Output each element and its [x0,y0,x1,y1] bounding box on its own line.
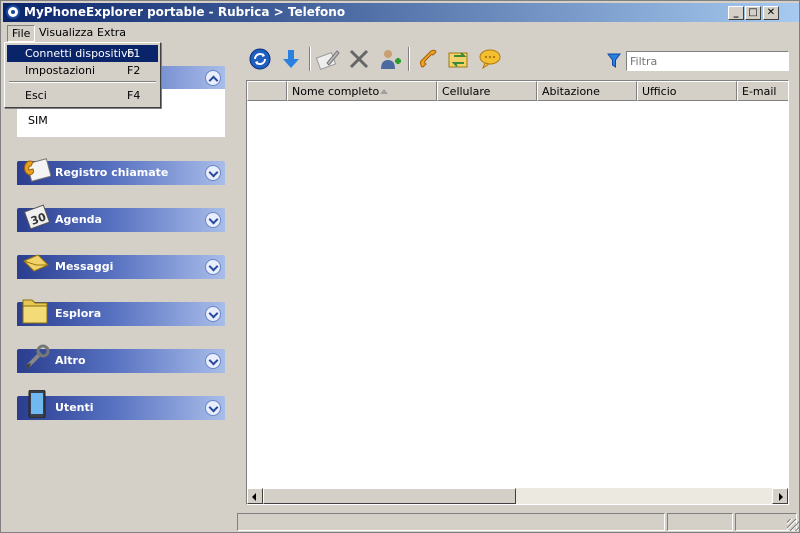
window-title: MyPhoneExplorer portable - Rubrica > Tel… [24,5,346,19]
menu-separator [9,81,156,83]
call-icon[interactable] [415,47,441,71]
status-bar [237,513,799,531]
status-panel-2 [667,513,733,531]
column-header-email[interactable]: E-mail [737,81,788,101]
expand-icon[interactable] [205,165,221,181]
menu-item-impostazioni[interactable]: Impostazioni F2 [7,62,158,79]
menu-item-connetti-dispositivo[interactable]: Connetti dispositivo F1 [7,45,158,62]
group-label: Registro chiamate [55,166,169,179]
column-header-select[interactable] [247,81,287,101]
filter-icon [607,53,621,68]
file-menu-dropdown: Connetti dispositivo F1 Impostazioni F2 … [4,42,161,108]
main-window: MyPhoneExplorer portable - Rubrica > Tel… [0,0,800,533]
phone-device-icon [28,390,46,418]
collapse-icon[interactable] [205,70,221,86]
message-icon[interactable] [477,47,503,71]
toolbar-separator [309,47,311,71]
resize-grip-icon[interactable] [787,519,799,531]
column-header-ufficio[interactable]: Ufficio [637,81,737,101]
group-esplora[interactable]: Esplora [17,299,225,326]
column-header-nome[interactable]: Nome completo [287,81,437,101]
close-button[interactable]: ✕ [763,6,779,20]
menu-item-label: Connetti dispositivo [25,47,135,60]
group-agenda[interactable]: 30 Agenda [17,204,225,232]
group-altro[interactable]: Altro [17,344,225,373]
menu-item-label: Esci [25,89,47,102]
menu-visualizza[interactable]: Visualizza [35,25,97,40]
column-header-abitazione[interactable]: Abitazione [537,81,637,101]
sync-icon[interactable] [446,47,472,71]
expand-icon[interactable] [205,259,221,275]
expand-icon[interactable] [205,212,221,228]
menu-item-shortcut: F2 [127,64,141,77]
envelope-icon [23,254,49,272]
expand-icon[interactable] [205,353,221,369]
menu-item-esci[interactable]: Esci F4 [7,87,158,104]
arrow-left-icon [252,493,256,501]
download-icon[interactable] [278,47,304,71]
grid-header: Nome completo Cellulare Abitazione Uffic… [247,81,788,101]
menu-bar: File Visualizza Extra [3,23,799,42]
scroll-thumb[interactable] [263,488,516,504]
group-label: Messaggi [55,260,114,273]
menu-item-shortcut: F1 [127,47,141,60]
group-label: Altro [55,354,86,367]
group-messaggi[interactable]: Messaggi [17,254,225,279]
scroll-left-button[interactable] [247,488,263,504]
folder-icon [22,299,48,324]
filter-input[interactable] [626,51,789,71]
scroll-right-button[interactable] [772,488,788,504]
sort-ascending-icon [380,89,388,94]
menu-item-shortcut: F4 [127,89,141,102]
minimize-button[interactable]: _ [728,6,744,20]
group-registro-chiamate[interactable]: Registro chiamate [17,158,225,185]
group-utenti[interactable]: Utenti [17,390,225,420]
menu-file[interactable]: File [7,25,36,42]
calendar-icon: 30 [23,204,51,230]
call-log-icon [24,158,51,182]
menu-item-label: Impostazioni [25,64,96,77]
expand-icon[interactable] [205,400,221,416]
group-label: Esplora [55,307,102,320]
group-label: Agenda [55,213,102,226]
edit-icon[interactable] [315,47,341,71]
status-panel-main [237,513,665,531]
column-header-cellulare[interactable]: Cellulare [437,81,537,101]
horizontal-scrollbar[interactable] [247,488,788,504]
maximize-button[interactable]: □ [745,6,761,20]
expand-icon[interactable] [205,306,221,322]
menu-extra[interactable]: Extra [93,25,130,40]
toolbar-separator [408,47,410,71]
column-label: Nome completo [292,85,380,98]
contacts-grid[interactable]: Nome completo Cellulare Abitazione Uffic… [246,80,789,505]
sidebar-item-sim[interactable]: SIM [28,114,48,127]
title-bar[interactable]: MyPhoneExplorer portable - Rubrica > Tel… [3,3,799,22]
delete-icon[interactable] [346,47,372,71]
app-logo-icon [6,5,20,19]
tools-icon [25,344,50,369]
group-label: Utenti [55,401,94,414]
add-contact-icon[interactable] [377,47,403,71]
arrow-right-icon [779,493,783,501]
refresh-icon[interactable] [247,47,273,71]
